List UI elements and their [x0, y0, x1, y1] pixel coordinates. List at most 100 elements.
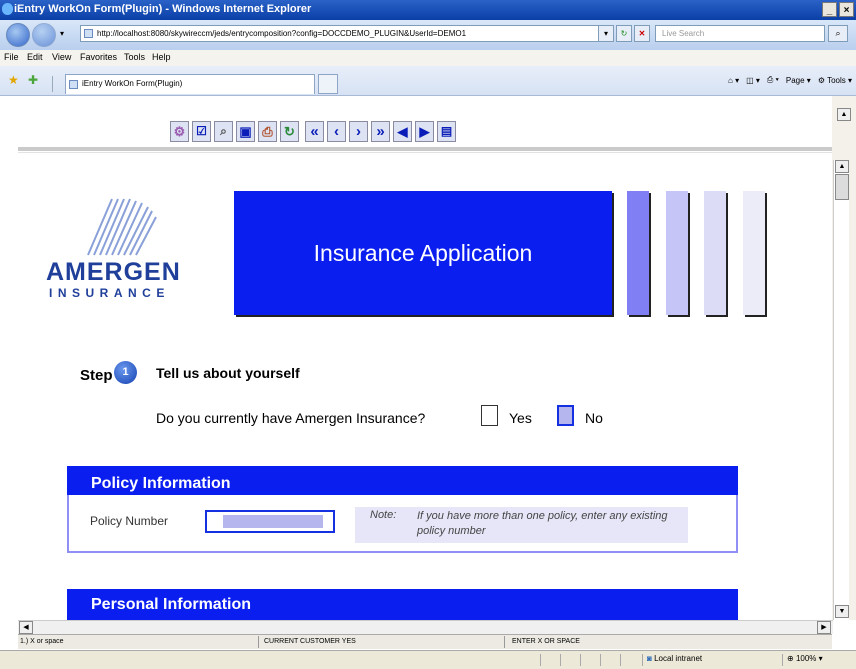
status-pane	[620, 654, 638, 666]
menu-help[interactable]: Help	[152, 52, 171, 62]
status-hint: 1.) X or space	[20, 638, 64, 645]
note-label: Note:	[370, 509, 397, 521]
settings-icon[interactable]: ⚙	[170, 121, 189, 142]
tab-title: iEntry WorkOn Form(Plugin)	[82, 79, 183, 88]
address-bar[interactable]: http://localhost:8080/skywireccm/jeds/en…	[80, 25, 610, 42]
scroll-up-icon[interactable]: ▲	[837, 108, 851, 121]
logo-subtitle: INSURANCE	[49, 286, 170, 300]
horizontal-scrollbar[interactable]: ◀ ▶	[18, 620, 833, 634]
tab-current-page[interactable]: iEntry WorkOn Form(Plugin)	[65, 74, 315, 94]
status-pane	[580, 654, 598, 666]
banner-bar	[704, 191, 726, 315]
step-number-badge: 1	[114, 361, 137, 384]
refresh-icon[interactable]: ↻	[280, 121, 299, 142]
address-dropdown-icon[interactable]: ▾	[598, 25, 614, 42]
command-bar: ⌂ ▾ ◫ ▾ ⎙ ▾ Page ▾ ⚙ Tools ▾	[728, 75, 852, 85]
note-text: If you have more than one policy, enter …	[417, 510, 668, 537]
page-icon	[84, 29, 93, 38]
banner-title: Insurance Application	[234, 191, 612, 315]
stop-icon[interactable]: ✕	[634, 25, 650, 42]
back-icon[interactable]: ◀	[393, 121, 412, 142]
add-favorite-icon[interactable]: ✚	[28, 73, 38, 87]
tab-divider	[52, 76, 53, 92]
form-status-bar: 1.) X or space CURRENT CUSTOMER YES ENTE…	[18, 634, 832, 649]
page-menu[interactable]: Page ▾	[786, 76, 811, 85]
personal-section-header: Personal Information	[67, 589, 738, 621]
refresh-icon[interactable]: ↻	[616, 25, 632, 42]
back-button[interactable]	[6, 23, 30, 47]
status-divider	[258, 636, 259, 648]
no-checkbox[interactable]	[557, 405, 574, 426]
zoom-icon: ⊕	[787, 654, 794, 663]
security-zone[interactable]: ◙ Local intranet	[642, 654, 777, 666]
scroll-thumb[interactable]	[835, 174, 849, 200]
policy-number-input[interactable]	[205, 510, 335, 533]
favorites-star-icon[interactable]: ★	[8, 73, 19, 87]
menu-view[interactable]: View	[52, 52, 71, 62]
save-icon[interactable]: ▣	[236, 121, 255, 142]
home-icon[interactable]: ⌂ ▾	[728, 76, 739, 85]
next-page-icon[interactable]: ›	[349, 121, 368, 142]
new-tab-button[interactable]	[318, 74, 338, 94]
forward-icon[interactable]: ▶	[415, 121, 434, 142]
banner-bar	[743, 191, 765, 315]
check-form-icon[interactable]: ☑	[192, 121, 211, 142]
first-page-icon[interactable]: «	[305, 121, 324, 142]
zone-label: Local intranet	[654, 654, 703, 663]
status-instruction: ENTER X OR SPACE	[512, 638, 580, 645]
scroll-left-icon[interactable]: ◀	[19, 621, 33, 634]
step-label: Step	[80, 367, 113, 384]
policy-number-label: Policy Number	[90, 514, 169, 528]
previous-page-icon[interactable]: ‹	[327, 121, 346, 142]
form-scrollbar[interactable]: ▲ ▼	[833, 160, 849, 620]
menu-edit[interactable]: Edit	[27, 52, 43, 62]
step-title: Tell us about yourself	[156, 365, 300, 381]
search-icon[interactable]: ⌕	[214, 121, 233, 142]
tab-bar: ★ ✚ iEntry WorkOn Form(Plugin) ⌂ ▾ ◫ ▾ ⎙…	[0, 66, 856, 96]
browser-status-bar: ◙ Local intranet ⊕ 100% ▾	[0, 650, 856, 669]
logo-name: AMERGEN	[46, 258, 181, 286]
status-pane	[560, 654, 578, 666]
toolbar-divider	[18, 147, 832, 151]
scroll-right-icon[interactable]: ▶	[817, 621, 831, 634]
no-label: No	[585, 410, 603, 426]
policy-number-fill	[223, 515, 323, 528]
print-icon[interactable]: ⎙ ▾	[767, 75, 779, 85]
feeds-icon[interactable]: ◫ ▾	[746, 76, 760, 85]
status-pane	[600, 654, 618, 666]
toolbar-divider-shadow	[18, 152, 832, 153]
menu-tools[interactable]: Tools	[124, 52, 145, 62]
scroll-down-icon[interactable]: ▼	[835, 605, 849, 618]
search-button[interactable]: ⌕	[828, 25, 848, 42]
close-button[interactable]: ×	[839, 2, 854, 17]
window-controls: _ ×	[822, 2, 854, 17]
tools-menu[interactable]: ⚙ Tools ▾	[818, 76, 852, 85]
scroll-up-icon[interactable]: ▲	[835, 160, 849, 173]
policy-section-header: Policy Information	[67, 466, 738, 495]
intranet-icon: ◙	[647, 654, 652, 663]
address-toolbar: ▾ http://localhost:8080/skywireccm/jeds/…	[0, 20, 856, 50]
ie-logo-icon	[2, 3, 13, 15]
window-title: iEntry WorkOn Form(Plugin) - Windows Int…	[14, 3, 312, 15]
forward-button[interactable]	[32, 23, 56, 47]
search-input[interactable]: Live Search	[655, 25, 825, 42]
print-icon[interactable]: ⎙	[258, 121, 277, 142]
status-field: CURRENT CUSTOMER YES	[264, 638, 356, 645]
insurance-question: Do you currently have Amergen Insurance?	[156, 410, 426, 426]
history-dropdown-icon[interactable]: ▾	[60, 29, 64, 38]
minimize-button[interactable]: _	[822, 2, 837, 17]
page-icon	[69, 80, 78, 89]
banner-bar	[666, 191, 688, 315]
last-page-icon[interactable]: »	[371, 121, 390, 142]
logo-stripes-icon	[87, 198, 157, 256]
view-icon[interactable]: ▤	[437, 121, 456, 142]
menu-bar: File Edit View Favorites Tools Help	[0, 50, 856, 66]
yes-label: Yes	[509, 410, 532, 426]
banner-bar	[627, 191, 649, 315]
yes-checkbox[interactable]	[481, 405, 498, 426]
zoom-control[interactable]: ⊕ 100% ▾	[782, 654, 856, 666]
window-title-bar: iEntry WorkOn Form(Plugin) - Windows Int…	[0, 0, 856, 20]
menu-file[interactable]: File	[4, 52, 19, 62]
menu-favorites[interactable]: Favorites	[80, 52, 117, 62]
status-pane	[540, 654, 558, 666]
